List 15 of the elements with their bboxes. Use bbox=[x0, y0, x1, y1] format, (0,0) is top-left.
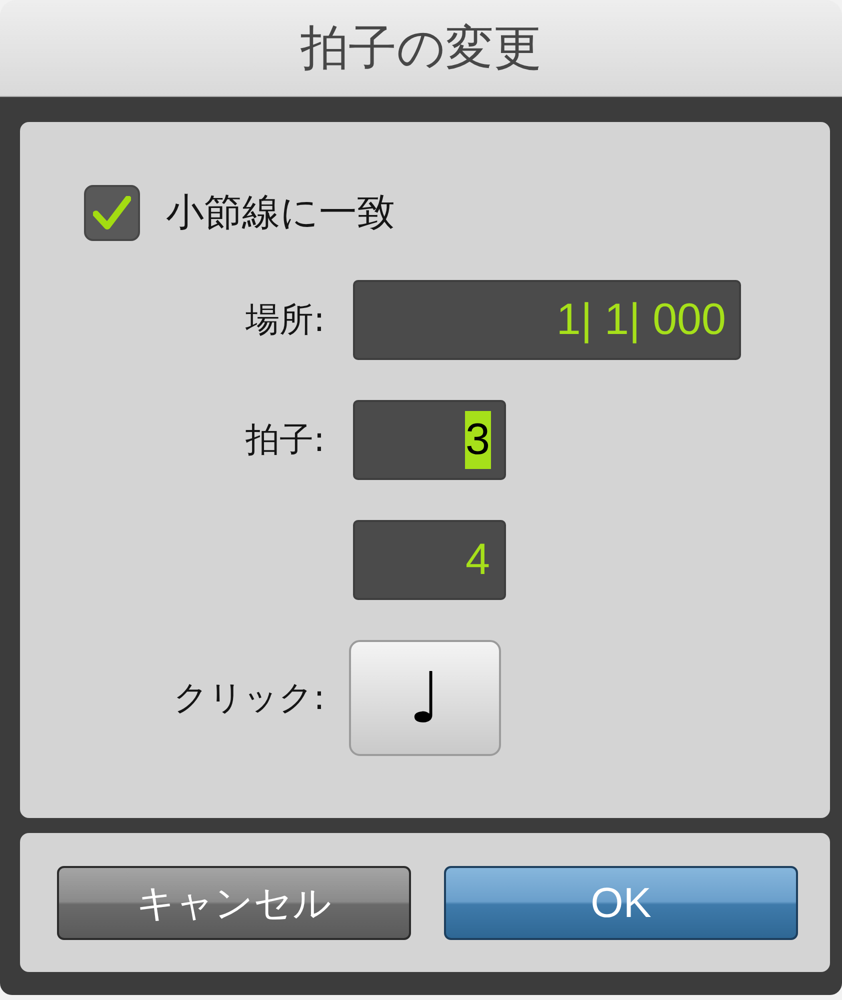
numerator-field[interactable]: 3 bbox=[353, 400, 506, 480]
ok-button[interactable]: OK bbox=[444, 866, 798, 940]
click-label: クリック: bbox=[174, 678, 325, 718]
location-field[interactable]: 1| 1| 000 bbox=[353, 280, 741, 360]
cancel-button[interactable]: キャンセル bbox=[57, 866, 411, 940]
meter-label: 拍子: bbox=[246, 420, 325, 460]
checkbox-label: 小節線に一致 bbox=[166, 190, 395, 236]
note-button[interactable]: ♩ bbox=[349, 640, 501, 756]
selected-text: 3 bbox=[464, 411, 491, 469]
field-value: 4 bbox=[464, 534, 491, 586]
denominator-field[interactable]: 4 bbox=[353, 520, 506, 600]
location-label: 場所: bbox=[246, 300, 325, 340]
snap-checkbox[interactable] bbox=[84, 185, 140, 241]
dialog-title: 拍子の変更 bbox=[300, 22, 542, 74]
check-icon bbox=[93, 196, 131, 230]
